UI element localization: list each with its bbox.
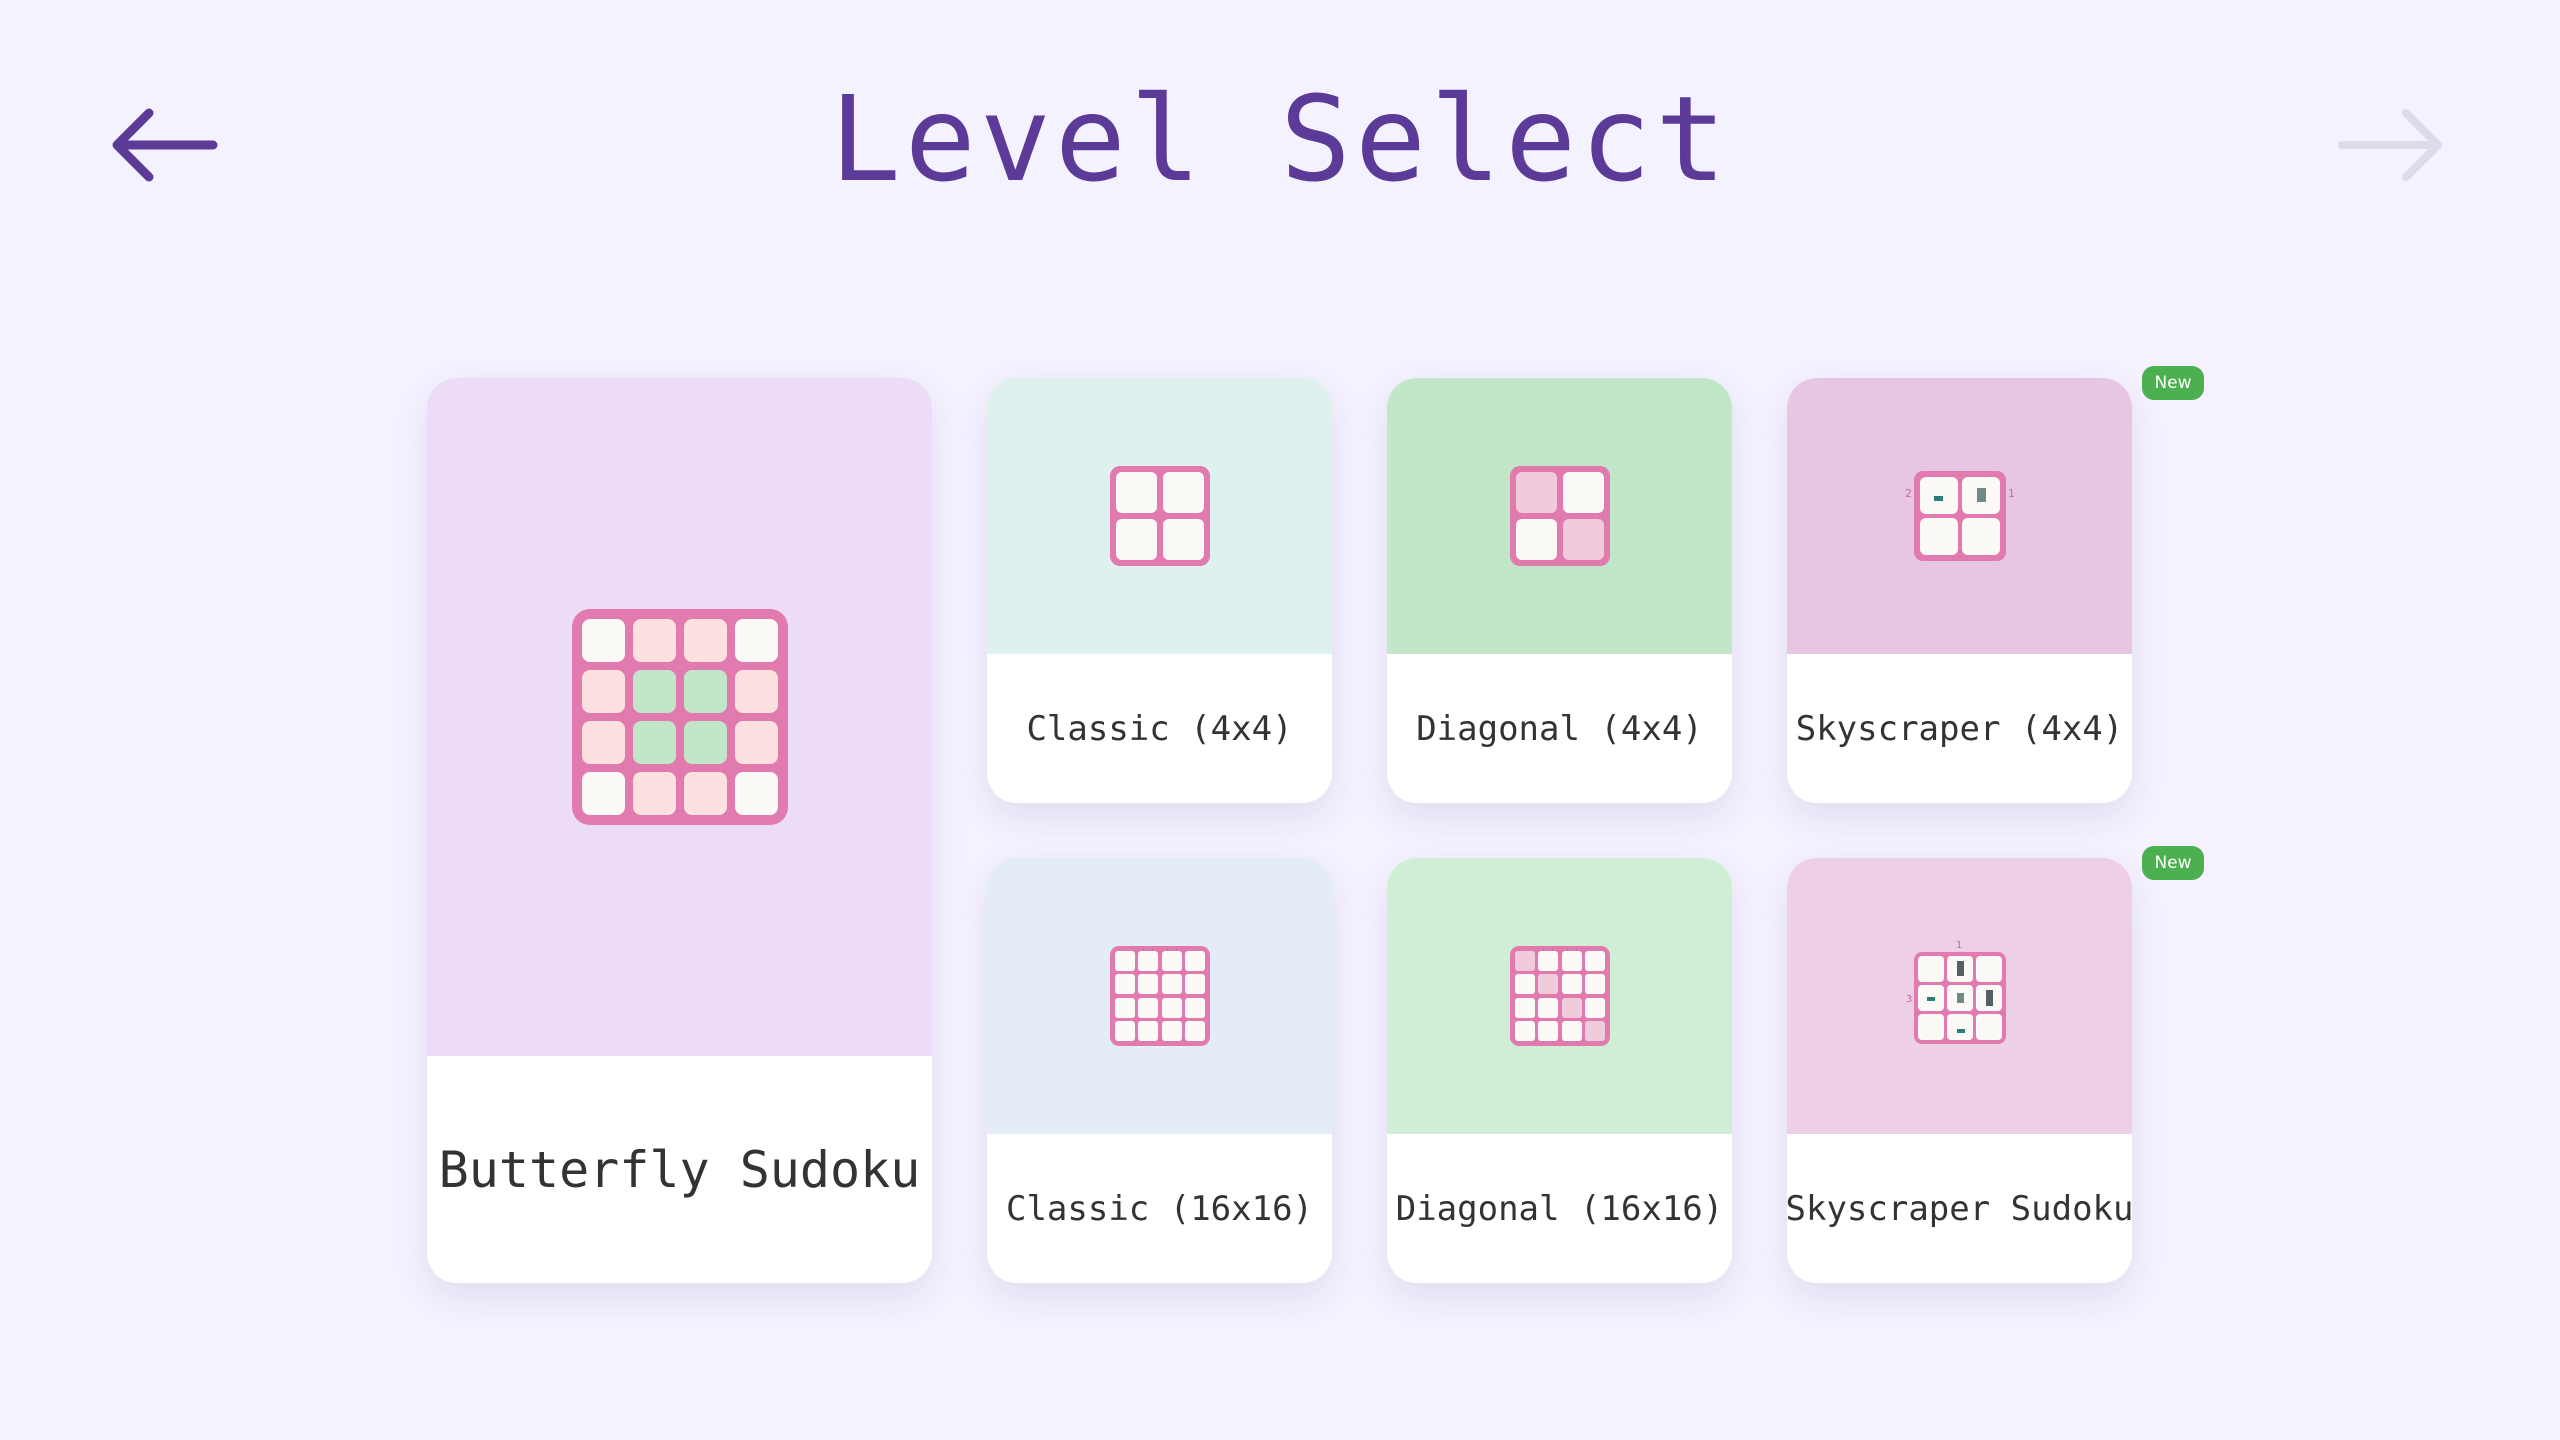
level-card-label: Classic (4x4) — [1026, 708, 1293, 749]
arrow-right-icon — [2338, 109, 2442, 181]
level-card-preview — [1387, 378, 1732, 654]
level-card-preview — [427, 378, 932, 1056]
level-card-label: Skyscraper Sudoku — [1787, 1188, 2132, 1229]
level-card-butterfly-sudoku[interactable]: Butterfly Sudoku — [427, 378, 932, 1283]
diagonal-16x16-grid-icon — [1509, 946, 1610, 1046]
skyscraper-clue-left: 2 — [1905, 487, 1912, 500]
level-card-preview — [1387, 858, 1732, 1134]
skyscraper-clue-right: 1 — [2008, 487, 2015, 500]
level-card-classic-4x4[interactable]: Classic (4x4) — [987, 378, 1332, 803]
butterfly-grid-icon — [571, 609, 788, 825]
level-card-skyscraper-sudoku[interactable]: 1 3 Skyscraper Sudoku — [1787, 858, 2132, 1283]
level-card-classic-16x16[interactable]: Classic (16x16) — [987, 858, 1332, 1283]
level-card-label: Butterfly Sudoku — [438, 1140, 921, 1199]
level-card-label: Diagonal (16x16) — [1395, 1188, 1724, 1229]
level-card-preview — [987, 858, 1332, 1134]
level-card-label: Skyscraper (4x4) — [1795, 708, 2124, 749]
skyscraper-sudoku-grid-icon: 1 3 — [1906, 940, 2006, 1044]
header: Level Select — [0, 0, 2560, 300]
level-card-preview — [987, 378, 1332, 654]
level-card-label: Classic (16x16) — [1005, 1188, 1314, 1229]
level-card-preview: 2 1 — [1787, 378, 2132, 654]
new-badge: New — [2142, 846, 2204, 880]
level-card-diagonal-16x16[interactable]: Diagonal (16x16) — [1387, 858, 1732, 1283]
level-card-label: Diagonal (4x4) — [1416, 708, 1703, 749]
classic-4x4-grid-icon — [1109, 466, 1210, 566]
skyscraper-clue-left: 3 — [1906, 994, 1912, 1005]
skyscraper-clue-top: 1 — [1956, 940, 1962, 951]
level-card-preview: 1 3 — [1787, 858, 2132, 1134]
new-badge: New — [2142, 366, 2204, 400]
level-card-diagonal-4x4[interactable]: Diagonal (4x4) — [1387, 378, 1732, 803]
forward-button[interactable] — [2330, 100, 2450, 190]
skyscraper-4x4-grid-icon: 2 1 — [1905, 471, 2015, 561]
diagonal-4x4-grid-icon — [1509, 466, 1610, 566]
page-title: Level Select — [829, 70, 1731, 208]
classic-16x16-grid-icon — [1109, 946, 1210, 1046]
level-card-skyscraper-4x4[interactable]: 2 1 Skyscraper (4x4) — [1787, 378, 2132, 803]
